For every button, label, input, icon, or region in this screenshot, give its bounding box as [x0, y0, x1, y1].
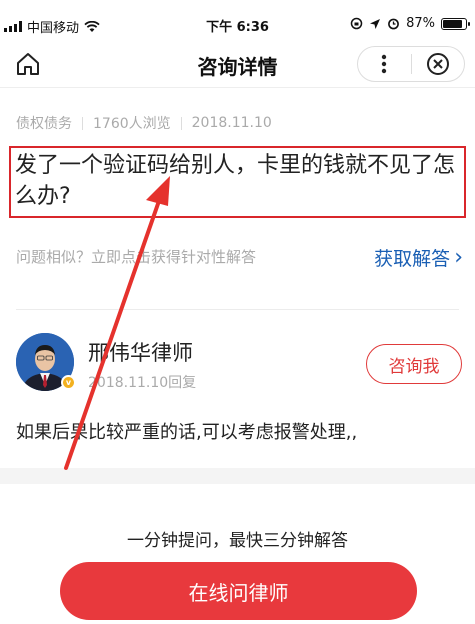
ask-lawyer-online-button[interactable]: 在线问律师 [60, 562, 417, 620]
question-title: 发了一个验证码给别人，卡里的钱就不见了怎么办? [15, 153, 456, 209]
meta-divider [82, 116, 83, 130]
status-bar: 中国移动 下午 6:36 87% [0, 0, 475, 40]
section-gap [0, 468, 475, 484]
get-answer-label: 获取解答 [374, 248, 451, 270]
battery-icon [441, 17, 470, 30]
alarm-icon [388, 18, 399, 30]
meta-divider [180, 116, 182, 130]
section-divider [16, 309, 459, 310]
view-count: 1760人浏览 [93, 116, 171, 132]
footer-slogan: 一分钟提问，最快三分钟解答 [127, 531, 348, 551]
status-right: 87% [350, 16, 470, 31]
lawyer-name: 邢伟华律师 [88, 341, 193, 365]
mini-program-capsule [357, 46, 465, 82]
location-icon [370, 18, 381, 29]
consult-me-button[interactable]: 咨询我 [366, 344, 462, 384]
similar-prompt: 问题相似？立即点击获得针对性解答 [16, 248, 257, 266]
nav-bar: 咨询详情 [0, 40, 475, 88]
battery-fill [443, 19, 463, 28]
orientation-lock-icon [350, 17, 363, 30]
get-answer-link[interactable]: 获取解答 › [374, 244, 463, 271]
category-tag[interactable]: 债权债务 [16, 113, 72, 133]
reply-time: 2018.11.10回复 [88, 375, 197, 391]
verified-badge-icon: v [61, 375, 76, 390]
more-dots-icon[interactable] [358, 47, 411, 81]
answer-text: 如果后果比较严重的话,可以考虑报警处理,, [16, 422, 358, 443]
question-date: 2018.11.10 [191, 115, 272, 131]
battery-percent: 87% [406, 16, 435, 31]
chevron-right-icon: › [454, 245, 463, 270]
close-circle-icon[interactable] [411, 47, 464, 81]
question-meta: 债权债务 1760人浏览 2018.11.10 [16, 113, 272, 133]
